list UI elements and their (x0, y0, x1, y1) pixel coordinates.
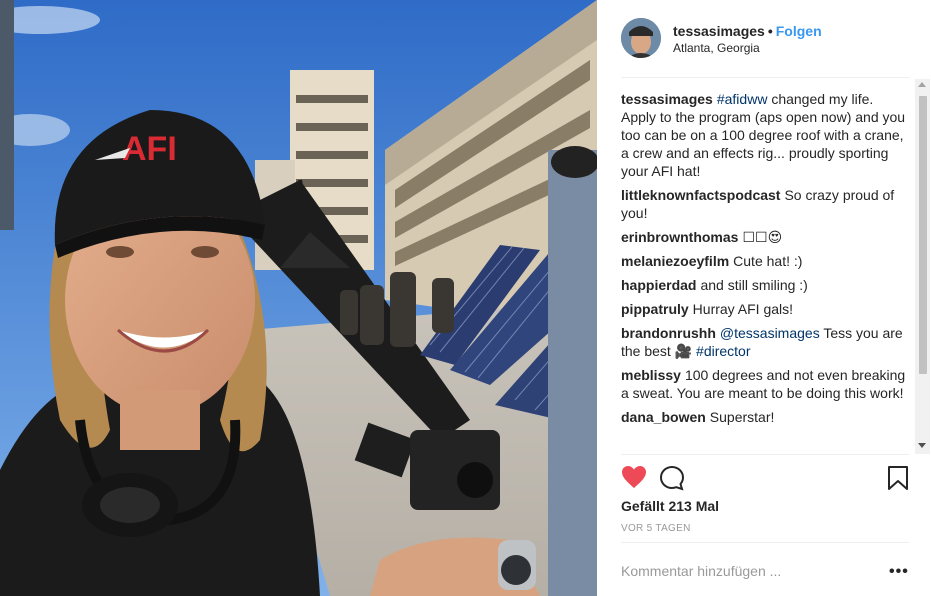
hashtag-link[interactable]: #afidww (717, 91, 768, 107)
comment-username[interactable]: erinbrownthomas (621, 229, 738, 245)
comment-username[interactable]: pippatruly (621, 301, 689, 317)
scrollbar-thumb[interactable] (919, 96, 927, 374)
hashtag-link[interactable]: #director (696, 343, 750, 359)
add-comment-bar: ••• (621, 542, 909, 596)
scroll-down-arrow[interactable] (918, 443, 926, 448)
avatar[interactable] (621, 18, 661, 58)
header-username[interactable]: tessasimages (673, 23, 765, 39)
comment-text: Hurray AFI gals! (692, 301, 794, 317)
comment-text: and still smiling :) (700, 277, 808, 293)
comment-text: Cute hat! :) (733, 253, 803, 269)
heart-icon[interactable] (621, 465, 647, 489)
comment-item: meblissy 100 degrees and not even breakin… (621, 366, 911, 402)
post-sidebar: tessasimages • Folgen Atlanta, Georgia tes… (597, 0, 931, 596)
comment-username[interactable]: melaniezoeyfilm (621, 253, 729, 269)
comment-icon[interactable] (659, 465, 685, 491)
comment-list: tessasimages #afidww changed my life. App… (621, 90, 911, 454)
photo-illustration: AFI (0, 0, 597, 596)
comment-item: pippatruly Hurray AFI gals! (621, 300, 911, 318)
comment-username[interactable]: littleknownfactspodcast (621, 187, 780, 203)
more-options-button[interactable]: ••• (889, 563, 909, 581)
comment-item: melaniezoeyfilm Cute hat! :) (621, 252, 911, 270)
comment-username[interactable]: tessasimages (621, 91, 713, 107)
follow-button[interactable]: Folgen (776, 23, 822, 39)
comment-input[interactable] (621, 559, 861, 583)
avatar-image (621, 18, 661, 58)
comment-item: littleknownfactspodcast So crazy proud of… (621, 186, 911, 222)
post-header: tessasimages • Folgen Atlanta, Georgia (621, 14, 909, 78)
comment-username[interactable]: dana_bowen (621, 409, 706, 425)
bookmark-icon[interactable] (887, 465, 909, 491)
comment-text: Superstar! (709, 409, 775, 425)
comment-item: happierdad and still smiling :) (621, 276, 911, 294)
post-photo[interactable]: AFI (0, 0, 597, 596)
comment-item: dana_bowen Superstar! (621, 408, 911, 426)
comment-item: erinbrownthomas ☐☐😍 (621, 228, 911, 246)
action-bar (621, 454, 909, 498)
location-link[interactable]: Atlanta, Georgia (673, 41, 760, 55)
caption: tessasimages #afidww changed my life. App… (621, 90, 911, 180)
comment-username[interactable]: happierdad (621, 277, 696, 293)
instagram-post: AFI tessasimages • Folgen Atlanta, Georg… (0, 0, 931, 596)
header-separator: • (767, 23, 773, 39)
comment-username[interactable]: brandonrushh (621, 325, 716, 341)
comment-text: ☐☐😍 (742, 229, 783, 245)
comment-username[interactable]: meblissy (621, 367, 681, 383)
mention-link[interactable]: @tessasimages (720, 325, 820, 341)
cap-logo: AFI (122, 130, 177, 168)
scroll-up-arrow[interactable] (918, 82, 926, 87)
comment-item: brandonrushh @tessasimages Tess you are t… (621, 324, 911, 360)
